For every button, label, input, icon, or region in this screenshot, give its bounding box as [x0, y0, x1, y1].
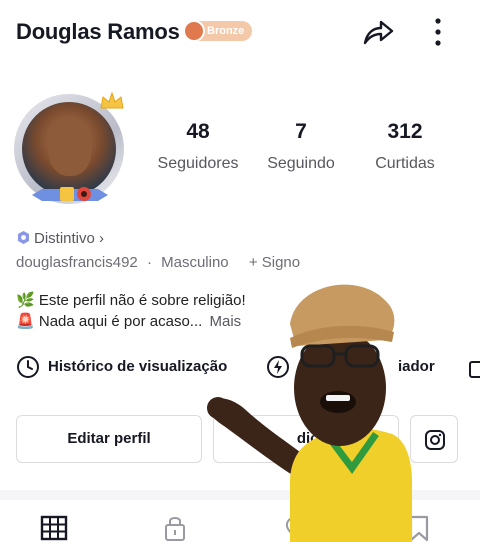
person-overlay: [207, 284, 412, 542]
grid-icon[interactable]: [39, 514, 69, 542]
profile-header: Douglas Ramos Bronze: [0, 0, 480, 64]
shop-link[interactable]: [468, 354, 480, 380]
share-arrow-icon[interactable]: [361, 15, 395, 49]
likes-count: 312: [387, 120, 423, 143]
followers-label: Seguidores: [157, 155, 239, 172]
profile-stats: 48 Seguidores 7 Seguindo 312 Curtidas: [0, 120, 480, 180]
followers-count: 48: [186, 120, 210, 143]
instagram-icon: [425, 430, 445, 450]
clock-icon: [17, 356, 39, 378]
leaf-icon: 🌿: [16, 292, 35, 309]
badge-label: Bronze: [207, 25, 245, 37]
stat-following[interactable]: 7 Seguindo: [251, 120, 351, 173]
following-label: Seguindo: [267, 155, 335, 172]
edit-profile-button[interactable]: Editar perfil: [16, 415, 202, 463]
siren-icon: 🚨: [16, 313, 35, 330]
bio-text-2: Nada aqui é por acaso...: [38, 313, 203, 330]
hexagon-badge-icon: [18, 231, 29, 244]
distintivo-link[interactable]: Distintivo ›: [16, 229, 104, 249]
bag-icon: [469, 361, 480, 378]
profile-name: Douglas Ramos: [16, 19, 180, 44]
distintivo-label: Distintivo: [34, 230, 95, 247]
meta-separator: ·: [146, 254, 152, 271]
stat-likes[interactable]: 312 Curtidas: [355, 120, 455, 173]
crown-icon: [100, 91, 124, 109]
username: douglasfrancis492: [16, 254, 138, 271]
likes-label: Curtidas: [375, 155, 435, 172]
stat-followers[interactable]: 48 Seguidores: [148, 120, 248, 173]
bronze-badge[interactable]: Bronze: [183, 20, 253, 42]
medal-icon: [183, 20, 205, 42]
lock-icon[interactable]: [160, 514, 190, 542]
following-count: 7: [295, 120, 307, 143]
avatar-decoration-icon: [32, 187, 108, 201]
chevron-right-icon: ›: [99, 230, 105, 247]
more-vertical-icon[interactable]: [428, 15, 448, 49]
